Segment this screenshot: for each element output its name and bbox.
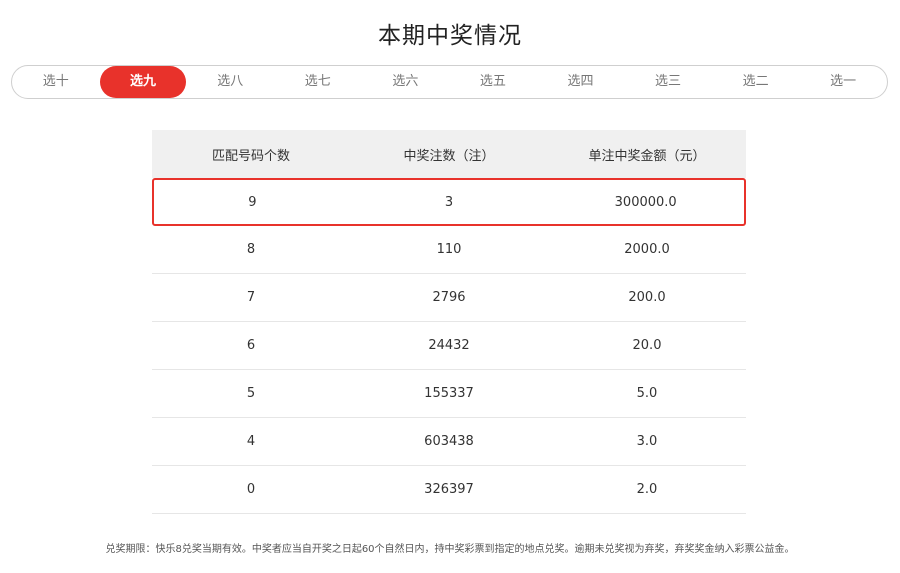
tab-3[interactable]: 选八: [186, 66, 274, 98]
tab-5[interactable]: 选六: [362, 66, 450, 98]
cell-prize-amount: 5.0: [636, 386, 658, 401]
table-body: 9 3 300000.0 8 110 2000.0 7 2796 200.0 6 24432 20.0…: [152, 178, 746, 514]
prize-table: 匹配号码个数 中奖注数（注） 单注中奖金额（元） 9 3 300000.0 8 110 2…: [152, 130, 746, 514]
tab-1[interactable]: 选十: [12, 66, 100, 98]
table-row: 5 155337 5.0: [152, 370, 746, 418]
cell-match-count: 0: [246, 482, 256, 497]
cell-match-count: 5: [246, 386, 256, 401]
tab-2[interactable]: 选九: [99, 66, 187, 98]
table-row: 7 2796 200.0: [152, 274, 746, 322]
table-row: 9 3 300000.0: [152, 178, 746, 226]
cell-prize-amount: 2000.0: [624, 242, 670, 257]
cell-match-count: 6: [246, 338, 256, 353]
cell-winning-count: 155337: [424, 386, 474, 401]
table-row: 8 110 2000.0: [152, 226, 746, 274]
cell-match-count: 8: [246, 242, 256, 257]
cell-winning-count: 110: [436, 242, 462, 257]
tab-4[interactable]: 选七: [274, 66, 362, 98]
cell-match-count: 7: [246, 290, 256, 305]
tab-6[interactable]: 选五: [449, 66, 537, 98]
tab-7[interactable]: 选四: [537, 66, 625, 98]
cell-prize-amount: 200.0: [628, 290, 666, 305]
cell-match-count: 9: [248, 194, 257, 210]
cell-winning-count: 326397: [424, 482, 474, 497]
page-title: 本期中奖情况: [378, 23, 522, 49]
cell-winning-count: 2796: [432, 290, 466, 305]
cell-winning-count: 24432: [428, 338, 470, 353]
play-type-tabs: 选十 选九 选八 选七 选六 选五 选四 选三 选二 选一: [11, 65, 888, 99]
table-row: 6 24432 20.0: [152, 322, 746, 370]
cell-winning-count: 603438: [424, 434, 474, 449]
cell-prize-amount: 300000.0: [614, 194, 677, 210]
cell-prize-amount: 2.0: [636, 482, 658, 497]
table-row: 4 603438 3.0: [152, 418, 746, 466]
tab-8[interactable]: 选三: [624, 66, 712, 98]
redemption-note: 兑奖期限：快乐8兑奖当期有效。中奖者应当自开奖之日起60个自然日内，持中奖彩票到…: [105, 544, 795, 555]
header-winning-count: 中奖注数（注）: [403, 148, 495, 164]
cell-prize-amount: 3.0: [636, 434, 658, 449]
cell-winning-count: 3: [444, 194, 454, 210]
cell-prize-amount: 20.0: [632, 338, 662, 353]
header-prize-amount: 单注中奖金额（元）: [588, 148, 706, 164]
header-match-count: 匹配号码个数: [211, 148, 290, 164]
table-row: 0 326397 2.0: [152, 466, 746, 514]
tab-10[interactable]: 选一: [799, 66, 887, 98]
cell-match-count: 4: [246, 434, 256, 449]
tab-9[interactable]: 选二: [712, 66, 800, 98]
table-header: 匹配号码个数 中奖注数（注） 单注中奖金额（元）: [152, 130, 746, 178]
